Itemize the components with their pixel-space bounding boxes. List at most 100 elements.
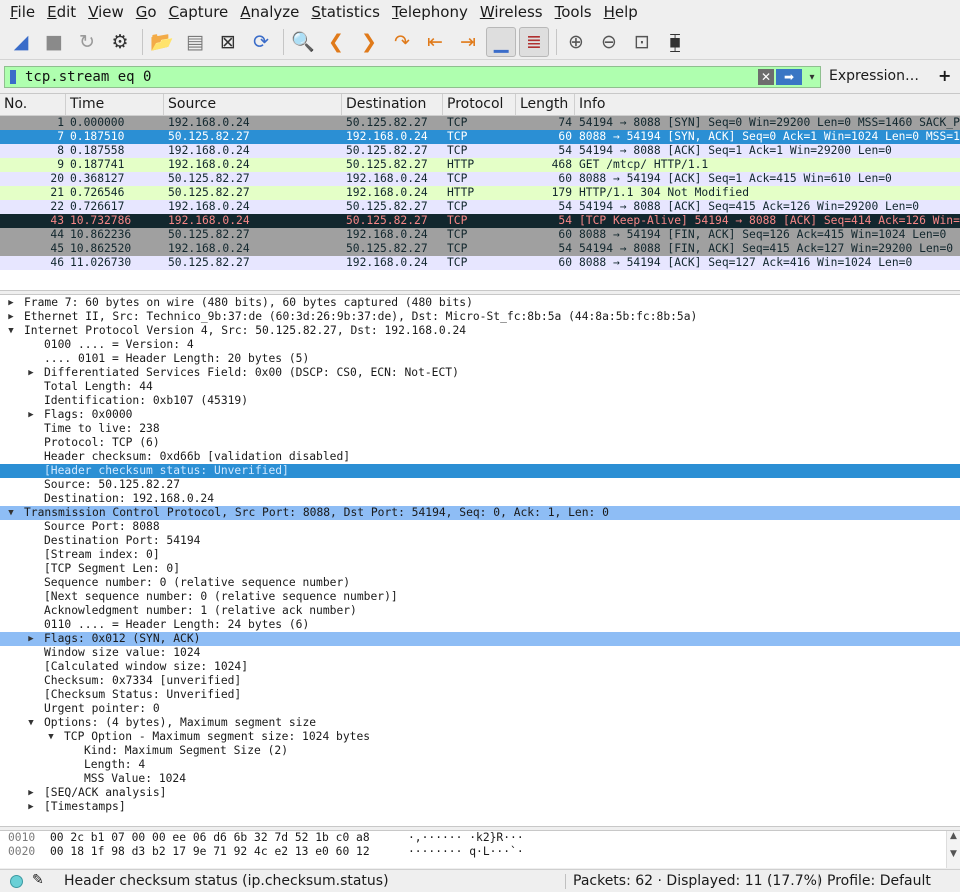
zoom-in-icon[interactable]: ⊕ <box>561 27 591 57</box>
column-header-time[interactable]: Time <box>66 94 164 115</box>
detail-row[interactable]: [Header checksum status: Unverified] <box>0 464 960 478</box>
detail-row[interactable]: [Calculated window size: 1024] <box>0 660 960 674</box>
column-header-info[interactable]: Info <box>575 94 960 115</box>
auto-scroll-icon[interactable]: ▁ <box>486 26 516 57</box>
collapsed-arrow-icon[interactable]: ▶ <box>26 632 36 646</box>
detail-row[interactable]: Time to live: 238 <box>0 422 960 436</box>
menu-tools[interactable]: Tools <box>549 1 598 23</box>
detail-row[interactable]: Window size value: 1024 <box>0 646 960 660</box>
packet-row[interactable]: 46 11.026730 50.125.82.27 192.168.0.24 TCP 60… <box>0 256 960 270</box>
expanded-arrow-icon[interactable]: ▼ <box>46 730 56 744</box>
expression-button[interactable]: Expression… <box>829 68 919 84</box>
menu-wireless[interactable]: Wireless <box>474 1 549 23</box>
detail-row[interactable]: ▼ Options: (4 bytes), Maximum segment siz… <box>0 716 960 730</box>
start-capture-icon[interactable]: ◢ <box>6 27 36 57</box>
packet-row[interactable]: 7 0.187510 50.125.82.27 192.168.0.24 TCP 60 80… <box>0 130 960 144</box>
collapsed-arrow-icon[interactable]: ▶ <box>26 786 36 800</box>
collapsed-arrow-icon[interactable]: ▶ <box>6 310 16 324</box>
packet-row[interactable]: 8 0.187558 192.168.0.24 50.125.82.27 TCP 54 54… <box>0 144 960 158</box>
detail-row[interactable]: 0100 .... = Version: 4 <box>0 338 960 352</box>
filter-bookmark-icon[interactable] <box>5 68 21 86</box>
detail-row[interactable]: .... 0101 = Header Length: 20 bytes (5) <box>0 352 960 366</box>
bytes-scrollbar[interactable]: ▲ ▼ <box>946 831 960 868</box>
open-file-icon[interactable]: 📂 <box>147 27 177 57</box>
detail-row[interactable]: ▶ Frame 7: 60 bytes on wire (480 bits), 6… <box>0 296 960 310</box>
detail-row[interactable]: Destination Port: 54194 <box>0 534 960 548</box>
byte-ascii[interactable]: ········ q·L···`· <box>408 845 524 859</box>
save-file-icon[interactable]: ▤ <box>180 27 210 57</box>
go-forward-icon[interactable]: ❯ <box>354 27 384 57</box>
stop-capture-icon[interactable]: ■ <box>39 27 69 57</box>
expanded-arrow-icon[interactable]: ▼ <box>6 324 16 338</box>
detail-row[interactable]: [Checksum Status: Unverified] <box>0 688 960 702</box>
detail-row[interactable]: 0110 .... = Header Length: 24 bytes (6) <box>0 618 960 632</box>
expanded-arrow-icon[interactable]: ▼ <box>26 716 36 730</box>
byte-offset[interactable]: 0010 <box>8 831 35 845</box>
column-header-protocol[interactable]: Protocol <box>443 94 516 115</box>
clear-filter-icon[interactable]: ✕ <box>758 69 774 85</box>
menu-capture[interactable]: Capture <box>163 1 235 23</box>
detail-row[interactable]: MSS Value: 1024 <box>0 772 960 786</box>
capture-options-icon[interactable]: ⚙ <box>105 27 135 57</box>
menu-telephony[interactable]: Telephony <box>386 1 474 23</box>
detail-row[interactable]: [TCP Segment Len: 0] <box>0 562 960 576</box>
byte-ascii[interactable]: ·,······ ·k2}R··· <box>408 831 524 845</box>
packet-row[interactable]: 20 0.368127 50.125.82.27 192.168.0.24 TCP 60 8… <box>0 172 960 186</box>
column-header-destination[interactable]: Destination <box>342 94 443 115</box>
expert-info-icon[interactable] <box>10 875 23 888</box>
status-profile[interactable]: Profile: Default <box>827 873 931 889</box>
byte-hex[interactable]: 00 2c b1 07 00 00 ee 06 d6 6b 32 7d 52 1… <box>50 831 370 845</box>
find-packet-icon[interactable]: 🔍 <box>288 27 318 57</box>
filter-history-dropdown-icon[interactable]: ▾ <box>804 72 820 83</box>
detail-row[interactable]: ▶ [Timestamps] <box>0 800 960 814</box>
packet-row[interactable]: 44 10.862236 50.125.82.27 192.168.0.24 TCP 60… <box>0 228 960 242</box>
column-header-no[interactable]: No. <box>0 94 66 115</box>
menu-statistics[interactable]: Statistics <box>305 1 386 23</box>
collapsed-arrow-icon[interactable]: ▶ <box>26 366 36 380</box>
close-file-icon[interactable]: ⊠ <box>213 27 243 57</box>
detail-row[interactable]: Source Port: 8088 <box>0 520 960 534</box>
detail-row[interactable]: ▶ Differentiated Services Field: 0x00 (DS… <box>0 366 960 380</box>
go-to-packet-icon[interactable]: ↷ <box>387 27 417 57</box>
detail-row[interactable]: Protocol: TCP (6) <box>0 436 960 450</box>
menu-edit[interactable]: Edit <box>41 1 82 23</box>
packet-row[interactable]: 45 10.862520 192.168.0.24 50.125.82.27 TCP 54… <box>0 242 960 256</box>
normal-size-icon[interactable]: ⊡ <box>627 27 657 57</box>
reload-file-icon[interactable]: ⟳ <box>246 27 276 57</box>
detail-row[interactable]: Checksum: 0x7334 [unverified] <box>0 674 960 688</box>
detail-row[interactable]: Header checksum: 0xd66b [validation disa… <box>0 450 960 464</box>
packet-details-tree[interactable]: ▶ Frame 7: 60 bytes on wire (480 bits), 6… <box>0 294 960 827</box>
menu-file[interactable]: File <box>4 1 41 23</box>
detail-row[interactable]: Sequence number: 0 (relative sequence nu… <box>0 576 960 590</box>
detail-row[interactable]: Length: 4 <box>0 758 960 772</box>
detail-row[interactable]: ▼ Internet Protocol Version 4, Src: 50.12… <box>0 324 960 338</box>
menu-help[interactable]: Help <box>598 1 644 23</box>
detail-row[interactable]: ▶ Flags: 0x0000 <box>0 408 960 422</box>
capture-comment-icon[interactable]: ✎ <box>32 872 44 888</box>
collapsed-arrow-icon[interactable]: ▶ <box>6 296 16 310</box>
detail-row[interactable]: [Stream index: 0] <box>0 548 960 562</box>
column-header-source[interactable]: Source <box>164 94 342 115</box>
menu-view[interactable]: View <box>82 1 130 23</box>
last-packet-icon[interactable]: ⇥ <box>453 27 483 57</box>
packet-row[interactable]: 21 0.726546 50.125.82.27 192.168.0.24 HTTP 17… <box>0 186 960 200</box>
byte-hex[interactable]: 00 18 1f 98 d3 b2 17 9e 71 92 4c e2 13 e… <box>50 845 370 859</box>
packet-row[interactable]: 9 0.187741 192.168.0.24 50.125.82.27 HTTP 468… <box>0 158 960 172</box>
detail-row[interactable]: Destination: 192.168.0.24 <box>0 492 960 506</box>
detail-row[interactable]: Identification: 0xb107 (45319) <box>0 394 960 408</box>
detail-row[interactable]: Acknowledgment number: 1 (relative ack n… <box>0 604 960 618</box>
detail-row[interactable]: Total Length: 44 <box>0 380 960 394</box>
expanded-arrow-icon[interactable]: ▼ <box>6 506 16 520</box>
packet-row[interactable]: 43 10.732786 192.168.0.24 50.125.82.27 TCP 54… <box>0 214 960 228</box>
detail-row[interactable]: ▶ Ethernet II, Src: Technico_9b:37:de (60… <box>0 310 960 324</box>
restart-capture-icon[interactable]: ↻ <box>72 27 102 57</box>
apply-filter-icon[interactable]: ➡ <box>776 69 802 85</box>
detail-row[interactable]: Urgent pointer: 0 <box>0 702 960 716</box>
zoom-out-icon[interactable]: ⊖ <box>594 27 624 57</box>
detail-row[interactable]: ▼ Transmission Control Protocol, Src Port… <box>0 506 960 520</box>
packet-list[interactable]: No. Time Source Destination Protocol Length In… <box>0 93 960 291</box>
detail-row[interactable]: Source: 50.125.82.27 <box>0 478 960 492</box>
packet-row[interactable]: 1 0.000000 192.168.0.24 50.125.82.27 TCP 74 54… <box>0 116 960 130</box>
byte-offset[interactable]: 0020 <box>8 845 35 859</box>
detail-row[interactable]: Kind: Maximum Segment Size (2) <box>0 744 960 758</box>
